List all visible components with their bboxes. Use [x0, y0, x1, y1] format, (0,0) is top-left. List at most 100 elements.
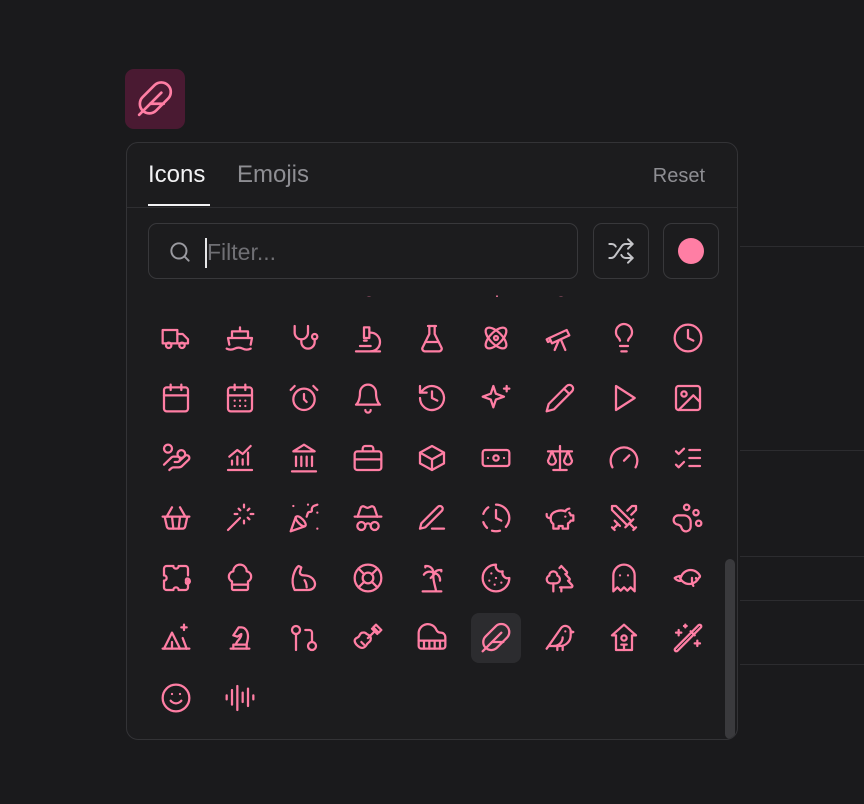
- icon-picker-popover: Icons Emojis Reset: [126, 142, 738, 740]
- icon-option-chess-knight[interactable]: [215, 613, 265, 663]
- grid-scrollbar[interactable]: [725, 559, 735, 739]
- icon-option-stethoscope[interactable]: [279, 313, 329, 363]
- calendar-icon: [162, 383, 190, 413]
- icon-option-bell[interactable]: [343, 373, 393, 423]
- icon-option-biceps[interactable]: [279, 553, 329, 603]
- active-tab-indicator: [148, 204, 210, 206]
- icon-option-git-pull-request[interactable]: [279, 613, 329, 663]
- icon-option-pen-line[interactable]: [407, 493, 457, 543]
- icon-option-clock-dashed[interactable]: [471, 493, 521, 543]
- icon-option-chart-line-up[interactable]: [215, 433, 265, 483]
- icon-option-gauge[interactable]: [599, 433, 649, 483]
- icon-option-life-buoy[interactable]: [343, 553, 393, 603]
- icon-option-lightbulb[interactable]: [599, 313, 649, 363]
- icon-option-calendar[interactable]: [151, 373, 201, 423]
- icon-option-truck[interactable]: [151, 313, 201, 363]
- ghost-icon: [612, 563, 636, 593]
- ship-icon: [225, 326, 254, 351]
- icon-picker-trigger[interactable]: [125, 69, 185, 129]
- sparkles-icon: [481, 384, 511, 409]
- icon-option-clock[interactable]: [663, 313, 713, 363]
- icon-option-cookie[interactable]: [471, 553, 521, 603]
- feather-icon: [137, 81, 173, 117]
- icon-option-guitar[interactable]: [343, 613, 393, 663]
- icon-option-trees[interactable]: [535, 553, 585, 603]
- pencil-icon: [545, 383, 575, 413]
- shuffle-icon: [608, 238, 634, 264]
- icon-option-palm-tree[interactable]: [407, 553, 457, 603]
- filter-input[interactable]: [205, 232, 569, 272]
- magic-wand-icon: [226, 503, 255, 532]
- incognito-icon: [353, 505, 383, 532]
- icon-option-briefcase[interactable]: [343, 433, 393, 483]
- camping-icon: [161, 623, 191, 650]
- chef-hat-icon: [227, 563, 253, 592]
- icon-option-alarm-clock[interactable]: [279, 373, 329, 423]
- alarm-clock-icon: [289, 384, 319, 412]
- icon-option-wand-sparkles[interactable]: [663, 613, 713, 663]
- tab-emojis[interactable]: Emojis: [237, 161, 309, 189]
- icon-option-image[interactable]: [663, 373, 713, 423]
- background-divider: [740, 246, 864, 247]
- banknote-icon: [481, 448, 511, 468]
- piano-icon: [417, 623, 447, 650]
- smile-icon: [161, 683, 191, 713]
- icon-option-paw-print[interactable]: [663, 493, 713, 543]
- icon-option-pencil[interactable]: [535, 373, 585, 423]
- icon-option-microscope[interactable]: [343, 313, 393, 363]
- icon-option-ship[interactable]: [215, 313, 265, 363]
- chart-line-up-icon: [226, 444, 254, 472]
- icon-option-bird[interactable]: [535, 613, 585, 663]
- icon-option-audio-lines[interactable]: [215, 673, 265, 723]
- clock-icon: [673, 323, 703, 353]
- icon-option-landmark[interactable]: [279, 433, 329, 483]
- paw-print-icon: [672, 503, 703, 533]
- icon-option-telescope[interactable]: [535, 313, 585, 363]
- tab-bar: Icons Emojis Reset: [127, 143, 737, 208]
- icon-option-incognito[interactable]: [343, 493, 393, 543]
- icon-option-magic-wand[interactable]: [215, 493, 265, 543]
- piggy-bank-icon: [545, 507, 575, 530]
- icon-option-fish[interactable]: [663, 553, 713, 603]
- icon-option-shopping-basket[interactable]: [151, 493, 201, 543]
- icon-option-ghost[interactable]: [599, 553, 649, 603]
- partial-icon-row: [551, 289, 571, 297]
- color-picker-button[interactable]: [663, 223, 719, 279]
- reset-button[interactable]: Reset: [653, 165, 705, 188]
- partial-icon-row: [359, 289, 379, 297]
- icon-option-scale[interactable]: [535, 433, 585, 483]
- birdhouse-icon: [610, 623, 638, 652]
- icon-option-box[interactable]: [407, 433, 457, 483]
- icon-option-birdhouse[interactable]: [599, 613, 649, 663]
- image-icon: [674, 384, 702, 412]
- icon-option-play[interactable]: [599, 373, 649, 423]
- icon-option-sparkles[interactable]: [471, 373, 521, 423]
- box-icon: [418, 444, 446, 472]
- icon-option-party-popper[interactable]: [279, 493, 329, 543]
- icon-option-atom[interactable]: [471, 313, 521, 363]
- swords-icon: [610, 504, 638, 532]
- feather-icon: [481, 622, 511, 653]
- telescope-icon: [545, 328, 571, 352]
- icon-option-feather[interactable]: [471, 613, 521, 663]
- filter-field[interactable]: [148, 223, 578, 279]
- icon-option-camping[interactable]: [151, 613, 201, 663]
- icon-option-banknote[interactable]: [471, 433, 521, 483]
- icon-option-piggy-bank[interactable]: [535, 493, 585, 543]
- icon-option-list-checks[interactable]: [663, 433, 713, 483]
- icon-option-hand-coins[interactable]: [151, 433, 201, 483]
- icon-option-smile[interactable]: [151, 673, 201, 723]
- tab-icons[interactable]: Icons: [148, 161, 205, 189]
- icon-option-history[interactable]: [407, 373, 457, 423]
- play-icon: [614, 384, 636, 412]
- icon-option-flask[interactable]: [407, 313, 457, 363]
- shuffle-button[interactable]: [593, 223, 649, 279]
- icon-option-chef-hat[interactable]: [215, 553, 265, 603]
- briefcase-icon: [353, 444, 383, 472]
- background-divider: [740, 556, 864, 557]
- icon-option-swords[interactable]: [599, 493, 649, 543]
- icon-option-calendar-days[interactable]: [215, 373, 265, 423]
- icon-option-piano[interactable]: [407, 613, 457, 663]
- icon-option-puzzle[interactable]: [151, 553, 201, 603]
- audio-lines-icon: [225, 684, 255, 712]
